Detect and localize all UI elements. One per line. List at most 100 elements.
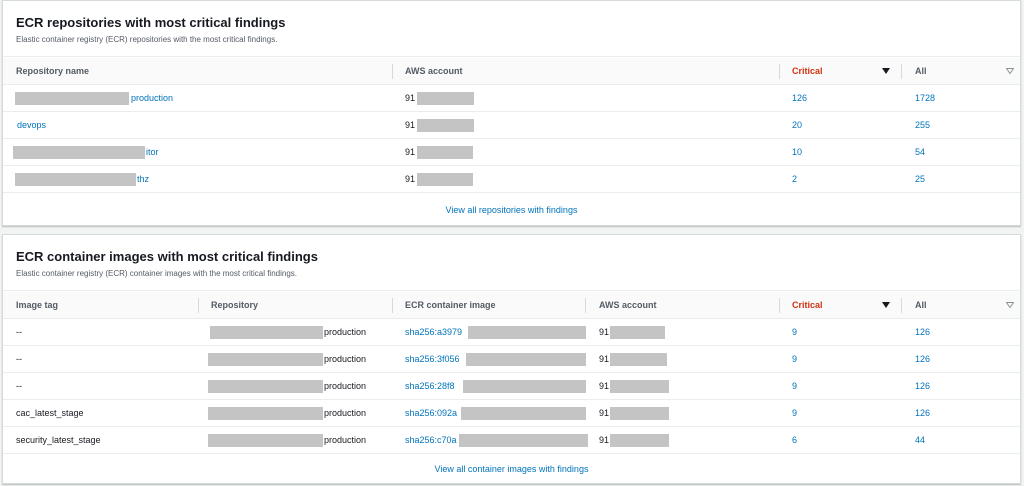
column-divider[interactable] (779, 298, 780, 313)
redacted-block (610, 353, 667, 366)
aws-account-cell: 91 (405, 93, 416, 103)
all-count-link[interactable]: 126 (915, 346, 930, 373)
critical-count-link[interactable]: 9 (792, 373, 797, 400)
image-tag-cell: cac_latest_stage (16, 408, 84, 418)
panel-description: Elastic container registry (ECR) reposit… (16, 35, 278, 44)
repository-cell: production (324, 435, 367, 445)
column-divider[interactable] (392, 64, 393, 79)
column-header-image-tag[interactable]: Image tag (16, 292, 58, 319)
aws-account-cell: 91 (405, 147, 416, 157)
column-header-aws-account[interactable]: AWS account (599, 292, 657, 319)
table-row: devops 91 20 255 (3, 112, 1020, 139)
redacted-block (461, 407, 586, 420)
container-image-link[interactable]: sha256:092a (405, 400, 457, 427)
column-header-critical[interactable]: Critical (792, 58, 823, 85)
aws-account-cell: 91 (599, 381, 610, 391)
table-row: itor 91 10 54 (3, 139, 1020, 166)
panel-header: ECR repositories with most critical find… (3, 1, 1020, 57)
panel-description: Elastic container registry (ECR) contain… (16, 269, 297, 278)
redacted-block (459, 434, 588, 447)
redacted-block (208, 407, 323, 420)
container-image-link[interactable]: sha256:28f8 (405, 373, 455, 400)
panel-header: ECR container images with most critical … (3, 235, 1020, 291)
repository-cell: production (324, 327, 367, 337)
all-count-link[interactable]: 1728 (915, 85, 935, 112)
aws-account-cell: 91 (599, 408, 610, 418)
panel-title: ECR repositories with most critical find… (16, 15, 286, 30)
table-row: production 91 126 1728 (3, 85, 1020, 112)
redacted-block (610, 407, 669, 420)
critical-count-link[interactable]: 126 (792, 85, 807, 112)
all-count-link[interactable]: 126 (915, 400, 930, 427)
redacted-block (417, 173, 473, 186)
redacted-block (15, 173, 136, 186)
redacted-block (468, 326, 586, 339)
critical-count-link[interactable]: 2 (792, 166, 797, 193)
critical-count-link[interactable]: 9 (792, 400, 797, 427)
redacted-block (417, 92, 474, 105)
aws-account-cell: 91 (599, 327, 610, 337)
redacted-block (208, 353, 323, 366)
redacted-block (210, 326, 323, 339)
image-tag-cell: -- (16, 354, 22, 364)
all-count-link[interactable]: 126 (915, 319, 930, 346)
caret-down-filled-icon[interactable] (882, 302, 890, 308)
redacted-block (610, 380, 669, 393)
column-divider[interactable] (198, 298, 199, 313)
critical-count-link[interactable]: 10 (792, 139, 802, 166)
table-row: cac_latest_stage production sha256:092a … (3, 400, 1020, 427)
aws-account-cell: 91 (599, 435, 610, 445)
redacted-block (417, 146, 473, 159)
container-image-link[interactable]: sha256:a3979 (405, 319, 462, 346)
column-header-repository-name[interactable]: Repository name (16, 58, 89, 85)
column-header-all[interactable]: All (915, 292, 927, 319)
repository-cell: production (324, 381, 367, 391)
column-divider[interactable] (392, 298, 393, 313)
critical-count-link[interactable]: 20 (792, 112, 802, 139)
repository-cell: production (324, 354, 367, 364)
column-divider[interactable] (901, 298, 902, 313)
image-tag-cell: -- (16, 327, 22, 337)
all-count-link[interactable]: 25 (915, 166, 925, 193)
column-header-container-image[interactable]: ECR container image (405, 292, 496, 319)
all-count-link[interactable]: 54 (915, 139, 925, 166)
caret-down-outline-icon[interactable] (1006, 302, 1014, 308)
panel-title: ECR container images with most critical … (16, 249, 318, 264)
table-header: Repository name AWS account Critical All (3, 58, 1020, 85)
column-header-critical[interactable]: Critical (792, 292, 823, 319)
repository-link[interactable]: production (131, 85, 173, 112)
critical-count-link[interactable]: 9 (792, 346, 797, 373)
repository-link[interactable]: thz (137, 166, 149, 193)
image-tag-cell: -- (16, 381, 22, 391)
repository-link[interactable]: devops (17, 112, 46, 139)
all-count-link[interactable]: 255 (915, 112, 930, 139)
repository-cell: production (324, 408, 367, 418)
all-count-link[interactable]: 126 (915, 373, 930, 400)
critical-count-link[interactable]: 9 (792, 319, 797, 346)
column-divider[interactable] (779, 64, 780, 79)
column-header-repository[interactable]: Repository (211, 292, 258, 319)
column-divider[interactable] (585, 298, 586, 313)
table-row: -- production sha256:3f056 91 9 126 (3, 346, 1020, 373)
redacted-block (13, 146, 145, 159)
redacted-block (417, 119, 474, 132)
aws-account-cell: 91 (405, 174, 416, 184)
redacted-block (610, 434, 669, 447)
repository-link[interactable]: itor (146, 139, 159, 166)
column-header-all[interactable]: All (915, 58, 927, 85)
redacted-block (208, 380, 323, 393)
redacted-block (208, 434, 323, 447)
container-images-panel: ECR container images with most critical … (2, 234, 1021, 484)
image-tag-cell: security_latest_stage (16, 435, 101, 445)
container-image-link[interactable]: sha256:3f056 (405, 346, 460, 373)
critical-count-link[interactable]: 6 (792, 427, 797, 454)
column-header-aws-account[interactable]: AWS account (405, 58, 463, 85)
caret-down-filled-icon[interactable] (882, 68, 890, 74)
caret-down-outline-icon[interactable] (1006, 68, 1014, 74)
column-divider[interactable] (901, 64, 902, 79)
all-count-link[interactable]: 44 (915, 427, 925, 454)
container-image-link[interactable]: sha256:c70a (405, 427, 457, 454)
view-all-repositories-link[interactable]: View all repositories with findings (3, 205, 1020, 215)
table-row: -- production sha256:28f8 91 9 126 (3, 373, 1020, 400)
view-all-container-images-link[interactable]: View all container images with findings (3, 464, 1020, 474)
